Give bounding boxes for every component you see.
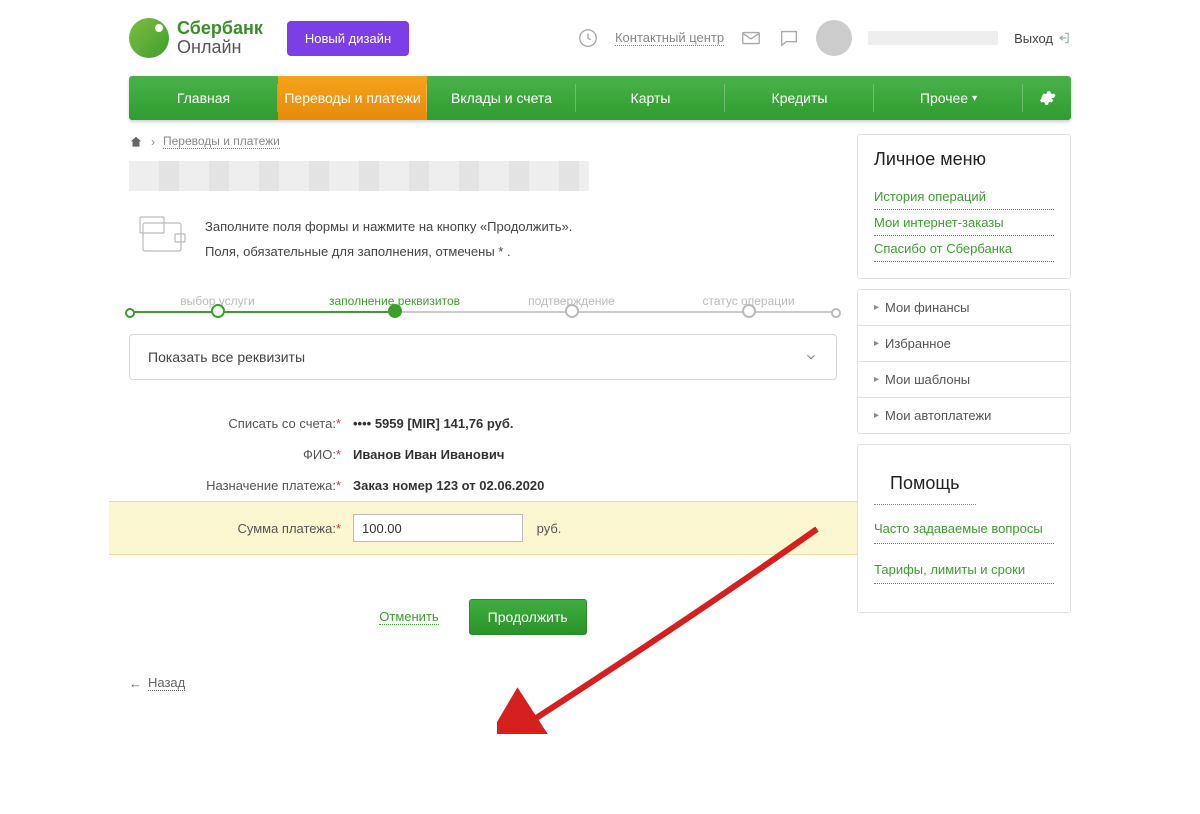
- row-fio: ФИО:* Иванов Иван Иванович: [129, 439, 837, 470]
- nav-deposits[interactable]: Вклады и счета: [427, 76, 576, 120]
- amount-input[interactable]: [353, 514, 523, 542]
- form-actions: Отменить Продолжить: [129, 599, 837, 635]
- personal-menu-title: Личное меню: [858, 135, 1070, 180]
- account-value: •••• 5959 [MIR] 141,76 руб.: [341, 416, 837, 431]
- wallet-icon: [139, 215, 187, 255]
- row-account: Списать со счета:* •••• 5959 [MIR] 141,7…: [129, 408, 837, 439]
- sidebar-link-history[interactable]: История операций: [874, 184, 1054, 210]
- new-design-button[interactable]: Новый дизайн: [287, 21, 409, 56]
- clock-icon: [577, 27, 599, 49]
- intro-line-1: Заполните поля формы и нажмите на кнопку…: [205, 215, 572, 240]
- chat-icon[interactable]: [778, 27, 800, 49]
- back-link[interactable]: ← Назад: [129, 675, 185, 691]
- nav-credits[interactable]: Кредиты: [725, 76, 874, 120]
- help-box: Помощь Часто задаваемые вопросы Тарифы, …: [857, 444, 1071, 613]
- breadcrumb: › Переводы и платежи: [129, 134, 837, 149]
- row-purpose: Назначение платежа:* Заказ номер 123 от …: [129, 470, 837, 501]
- logo-text: СбербанкОнлайн: [177, 19, 263, 57]
- progress-stepper: выбор услуги заполнение реквизитов подтв…: [129, 294, 837, 308]
- sidebar-accordion: Мои финансы Избранное Мои шаблоны Мои ав…: [857, 289, 1071, 434]
- logout-link[interactable]: Выход: [1014, 31, 1071, 46]
- purpose-value: Заказ номер 123 от 02.06.2020: [341, 478, 837, 493]
- step-confirm[interactable]: подтверждение: [483, 294, 660, 308]
- sidebar-item-finances[interactable]: Мои финансы: [858, 290, 1070, 325]
- chevron-down-icon: [804, 350, 818, 364]
- chevron-down-icon: ▾: [972, 93, 977, 104]
- sidebar: Личное меню История операций Мои интерне…: [857, 134, 1071, 623]
- sidebar-link-spasibo[interactable]: Спасибо от Сбербанка: [874, 236, 1054, 262]
- breadcrumb-payments[interactable]: Переводы и платежи: [163, 134, 280, 149]
- header-right: Контактный центр Выход: [577, 20, 1071, 56]
- nav-more[interactable]: Прочее▾: [874, 76, 1023, 120]
- header: СбербанкОнлайн Новый дизайн Контактный ц…: [129, 0, 1071, 76]
- gear-icon: [1038, 89, 1056, 107]
- intro-line-2: Поля, обязательные для заполнения, отмеч…: [205, 240, 572, 265]
- continue-button[interactable]: Продолжить: [469, 599, 587, 635]
- main-nav: Главная Переводы и платежи Вклады и счет…: [129, 76, 1071, 120]
- nav-cards[interactable]: Карты: [576, 76, 725, 120]
- personal-menu-box: Личное меню История операций Мои интерне…: [857, 134, 1071, 279]
- home-icon[interactable]: [129, 135, 143, 149]
- sidebar-item-templates[interactable]: Мои шаблоны: [858, 361, 1070, 397]
- avatar[interactable]: [816, 20, 852, 56]
- step-service[interactable]: выбор услуги: [129, 294, 306, 308]
- logout-icon: [1057, 31, 1071, 45]
- help-link-tariffs[interactable]: Тарифы, лимиты и сроки: [874, 556, 1054, 585]
- user-name-placeholder: [868, 31, 998, 45]
- arrow-left-icon: ←: [129, 676, 142, 691]
- amount-currency-suffix: руб.: [537, 521, 562, 536]
- help-link-faq[interactable]: Часто задаваемые вопросы: [874, 515, 1054, 544]
- row-amount: Сумма платежа:* руб.: [109, 501, 857, 555]
- help-title: Помощь: [874, 459, 976, 505]
- breadcrumb-sep: ›: [151, 135, 155, 149]
- fio-value: Иванов Иван Иванович: [341, 447, 837, 462]
- sidebar-item-favorites[interactable]: Избранное: [858, 325, 1070, 361]
- nav-settings[interactable]: [1023, 76, 1071, 120]
- expand-label: Показать все реквизиты: [148, 349, 305, 365]
- nav-home[interactable]: Главная: [129, 76, 278, 120]
- logo-icon: [129, 18, 169, 58]
- step-status[interactable]: статус операции: [660, 294, 837, 308]
- page-title-placeholder: [129, 161, 589, 191]
- sidebar-link-orders[interactable]: Мои интернет-заказы: [874, 210, 1054, 236]
- step-details[interactable]: заполнение реквизитов: [306, 294, 483, 308]
- intro-block: Заполните поля формы и нажмите на кнопку…: [129, 215, 837, 264]
- cancel-button[interactable]: Отменить: [379, 609, 438, 625]
- nav-payments[interactable]: Переводы и платежи: [278, 76, 427, 120]
- content: › Переводы и платежи Заполните поля форм…: [129, 134, 837, 691]
- sidebar-item-autopay[interactable]: Мои автоплатежи: [858, 397, 1070, 433]
- show-all-details-toggle[interactable]: Показать все реквизиты: [129, 334, 837, 380]
- logo[interactable]: СбербанкОнлайн: [129, 18, 263, 58]
- contact-center-link[interactable]: Контактный центр: [615, 30, 724, 46]
- mail-icon[interactable]: [740, 27, 762, 49]
